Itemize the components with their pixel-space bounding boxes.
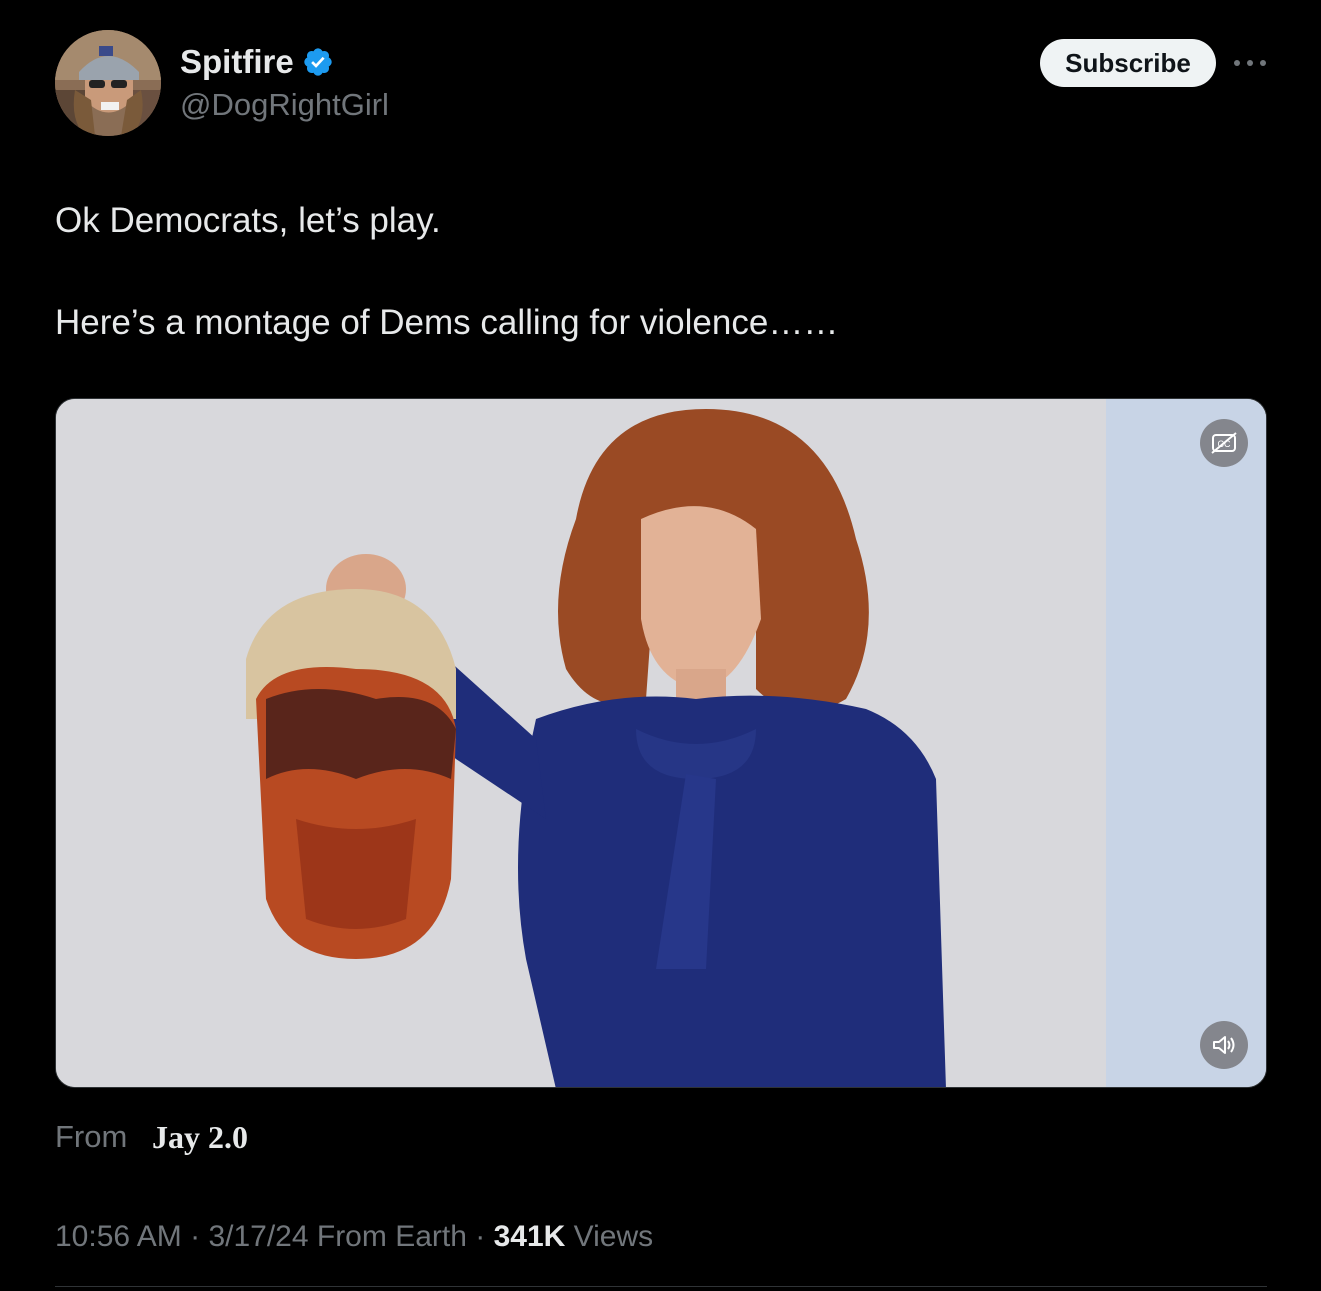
from-source-link[interactable]: Jay 2.0 <box>152 1116 248 1158</box>
author-display-name[interactable]: Spitfire <box>180 40 294 84</box>
speaker-glyph <box>1213 1036 1235 1054</box>
captions-off-icon[interactable]: CC <box>1200 419 1248 467</box>
tweet-text-line-2: Here’s a montage of Dems calling for vio… <box>55 303 839 342</box>
tweet-location: From Earth <box>308 1220 467 1253</box>
dot <box>1260 60 1266 66</box>
meta-separator: · <box>466 1220 494 1253</box>
tweet-text-line-1: Ok Democrats, let’s play. <box>55 201 441 240</box>
tweet-meta: 10:56 AM · 3/17/24 From Earth · 341K Vie… <box>55 1216 653 1258</box>
avatar-image <box>55 30 161 136</box>
author-handle[interactable]: @DogRightGirl <box>180 84 389 126</box>
tweet-time[interactable]: 10:56 AM <box>55 1220 182 1253</box>
from-label: From <box>55 1119 128 1154</box>
video-player[interactable]: CC <box>55 398 1267 1088</box>
views-label: Views <box>565 1220 654 1253</box>
video-frame <box>56 399 1266 1087</box>
author-avatar[interactable] <box>55 30 161 136</box>
meta-separator: · <box>181 1220 209 1253</box>
more-horizontal-icon[interactable] <box>1234 56 1266 70</box>
dot <box>1234 60 1240 66</box>
speaker-muted-icon[interactable] <box>1200 1021 1248 1069</box>
divider <box>55 1286 1267 1287</box>
dot <box>1247 60 1253 66</box>
verified-badge-icon[interactable] <box>302 46 334 78</box>
captions-glyph: CC <box>1211 432 1237 454</box>
tweet-date[interactable]: 3/17/24 <box>208 1220 308 1253</box>
views-count: 341K <box>493 1220 566 1253</box>
subscribe-button[interactable]: Subscribe <box>1040 39 1216 87</box>
author-name-row[interactable]: Spitfire <box>180 40 334 84</box>
